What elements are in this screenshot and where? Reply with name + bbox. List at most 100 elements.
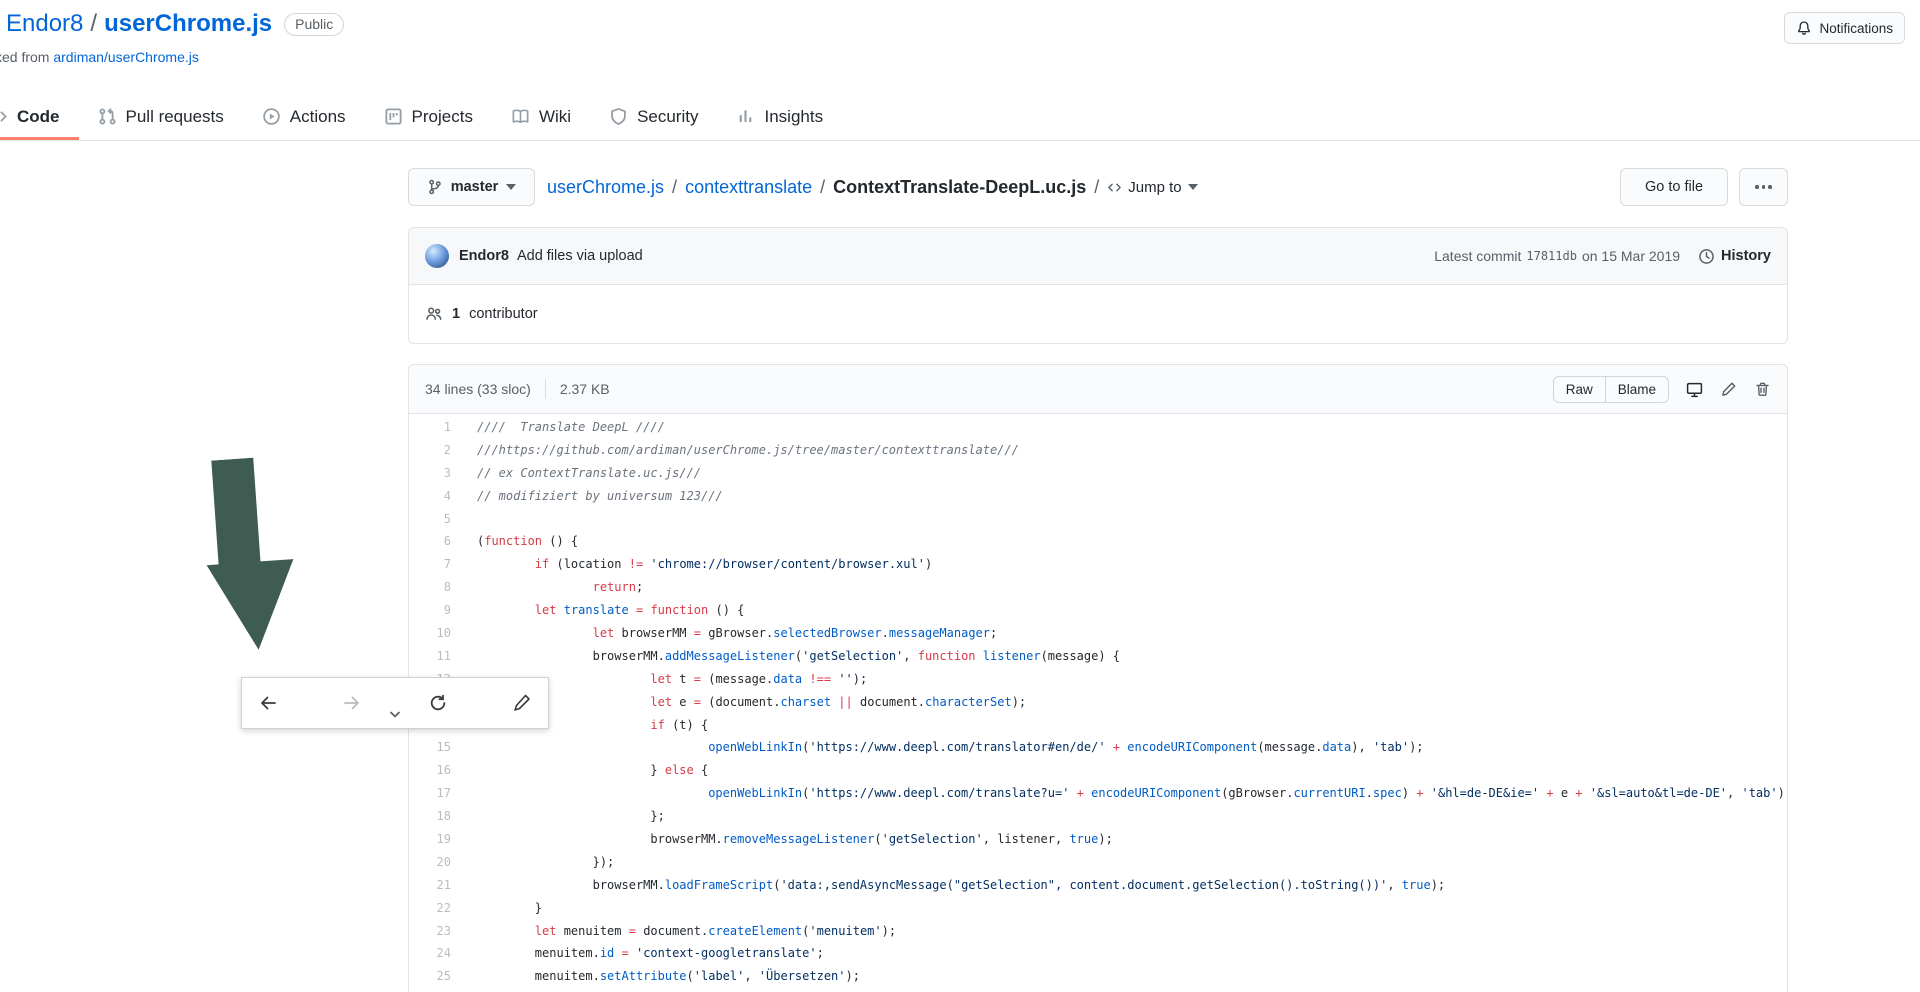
commit-sha-link[interactable]: 17811db — [1526, 249, 1577, 263]
chevron-down-icon — [506, 184, 516, 190]
open-in-desktop-button[interactable] — [1686, 381, 1703, 398]
code-text: } else { — [451, 759, 1787, 782]
code-text: browserMM.loadFrameScript('data:,sendAsy… — [451, 874, 1787, 897]
notifications-button[interactable]: Notifications — [1784, 12, 1905, 44]
commit-message-link[interactable]: Add files via upload — [517, 248, 643, 264]
more-options-button[interactable] — [1739, 168, 1788, 206]
code-line: 18 }; — [409, 805, 1787, 828]
line-number[interactable]: 3 — [409, 462, 451, 485]
line-number[interactable]: 9 — [409, 599, 451, 622]
breadcrumb-dir-link[interactable]: contexttranslate — [685, 177, 812, 198]
line-number[interactable]: 1 — [409, 416, 451, 439]
line-number[interactable]: 20 — [409, 851, 451, 874]
commit-date: on 15 Mar 2019 — [1582, 248, 1680, 264]
meta-divider — [545, 379, 546, 399]
file-meta: 34 lines (33 sloc) 2.37 KB — [425, 379, 610, 399]
code-text: browserMM.removeMessageListener('getSele… — [451, 828, 1787, 851]
blame-button[interactable]: Blame — [1605, 377, 1668, 402]
line-number[interactable]: 10 — [409, 622, 451, 645]
line-number[interactable]: 8 — [409, 576, 451, 599]
code-line: 11 browserMM.addMessageListener('getSele… — [409, 645, 1787, 668]
file-navigation-row: master userChrome.js / contexttranslate … — [408, 168, 1788, 206]
code-text: menuitem.setAttribute('label', 'Übersetz… — [451, 965, 1787, 988]
reload-icon[interactable] — [428, 693, 448, 713]
line-number[interactable]: 6 — [409, 530, 451, 553]
code-text: (function () { — [451, 530, 1787, 553]
breadcrumb-repo-link[interactable]: userChrome.js — [547, 177, 664, 198]
line-number[interactable]: 24 — [409, 942, 451, 965]
code-text: if (t) { — [451, 714, 1787, 737]
code-text: let e = (document.charset || document.ch… — [451, 691, 1787, 714]
code-line: 23 let menuitem = document.createElement… — [409, 920, 1787, 943]
contributor-label: contributor — [469, 306, 538, 322]
line-number[interactable]: 21 — [409, 874, 451, 897]
back-icon[interactable] — [258, 693, 278, 713]
contributors-link[interactable]: 1 contributor — [409, 285, 1787, 343]
tab-wiki[interactable]: Wiki — [492, 93, 590, 140]
code-line: 1//// Translate DeepL //// — [409, 416, 1787, 439]
main-content: master userChrome.js / contexttranslate … — [408, 141, 1788, 992]
line-number[interactable]: 23 — [409, 920, 451, 943]
go-to-file-button[interactable]: Go to file — [1620, 168, 1728, 206]
code-text — [451, 508, 1787, 531]
tab-insights-label: Insights — [764, 107, 823, 127]
code-line: 24 menuitem.id = 'context-googletranslat… — [409, 942, 1787, 965]
breadcrumb-separator: / — [820, 177, 825, 198]
code-icon — [0, 107, 8, 126]
code-line: 19 browserMM.removeMessageListener('getS… — [409, 828, 1787, 851]
history-link[interactable]: History — [1698, 248, 1771, 265]
line-number[interactable]: 15 — [409, 736, 451, 759]
code-line: 16 } else { — [409, 759, 1787, 782]
commit-author-link[interactable]: Endor8 — [459, 248, 509, 264]
line-number[interactable]: 17 — [409, 782, 451, 805]
jump-to-dropdown[interactable]: Jump to — [1107, 179, 1197, 196]
github-file-page: { "header": { "repo_owner": "Endor8", "s… — [0, 0, 1920, 992]
line-number[interactable]: 11 — [409, 645, 451, 668]
annotation-down-arrow — [189, 454, 314, 655]
tab-security[interactable]: Security — [590, 93, 717, 140]
chevron-down-icon[interactable] — [389, 710, 401, 720]
forward-icon[interactable] — [342, 693, 362, 713]
file-content-box: 34 lines (33 sloc) 2.37 KB Raw Blame — [408, 364, 1788, 992]
code-line: 5 — [409, 508, 1787, 531]
line-number[interactable]: 16 — [409, 759, 451, 782]
line-number[interactable]: 7 — [409, 553, 451, 576]
tab-security-label: Security — [637, 107, 698, 127]
tab-pull-requests[interactable]: Pull requests — [79, 93, 243, 140]
breadcrumb-separator: / — [672, 177, 677, 198]
fork-source-link[interactable]: ardiman/userChrome.js — [53, 49, 199, 65]
tab-actions[interactable]: Actions — [243, 93, 365, 140]
line-number[interactable]: 4 — [409, 485, 451, 508]
line-number[interactable]: 25 — [409, 965, 451, 988]
line-number[interactable]: 19 — [409, 828, 451, 851]
repo-name-link[interactable]: userChrome.js — [104, 10, 272, 38]
floating-nav-toolbar — [241, 677, 549, 729]
avatar[interactable] — [425, 244, 449, 268]
code-text: let translate = function () { — [451, 599, 1787, 622]
line-number[interactable]: 18 — [409, 805, 451, 828]
edit-file-button[interactable] — [1720, 381, 1737, 398]
raw-button[interactable]: Raw — [1554, 377, 1605, 402]
code-line: 13 let e = (document.charset || document… — [409, 691, 1787, 714]
latest-commit-label: Latest commit — [1434, 248, 1521, 264]
code-line: 15 openWebLinkIn('https://www.deepl.com/… — [409, 736, 1787, 759]
line-number[interactable]: 22 — [409, 897, 451, 920]
code-text: }); — [451, 851, 1787, 874]
branch-selector-button[interactable]: master — [408, 168, 535, 206]
code-text: // modifiziert by universum 123/// — [451, 485, 1787, 508]
code-text: let menuitem = document.createElement('m… — [451, 920, 1787, 943]
file-size: 2.37 KB — [560, 381, 610, 397]
delete-file-button[interactable] — [1754, 381, 1771, 398]
tab-projects[interactable]: Projects — [365, 93, 492, 140]
tab-insights[interactable]: Insights — [717, 93, 842, 140]
line-number[interactable]: 2 — [409, 439, 451, 462]
bell-icon — [1796, 20, 1812, 36]
code-text: browserMM.addMessageListener('getSelecti… — [451, 645, 1787, 668]
pen-icon[interactable] — [511, 692, 533, 714]
tab-projects-label: Projects — [412, 107, 473, 127]
forked-from-label: Forked from — [0, 49, 53, 65]
line-number[interactable]: 5 — [409, 508, 451, 531]
file-actions: Raw Blame — [1553, 376, 1771, 403]
tab-code[interactable]: Code — [0, 93, 79, 140]
repo-owner-link[interactable]: Endor8 — [6, 10, 83, 38]
